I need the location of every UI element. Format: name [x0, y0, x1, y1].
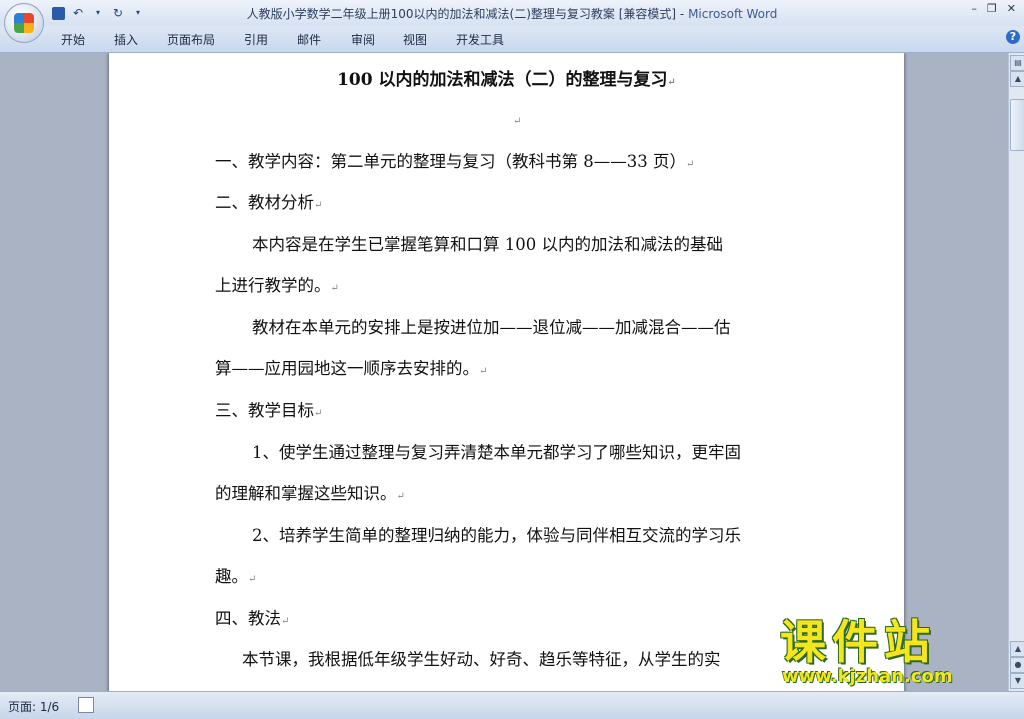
- scroll-thumb[interactable]: [1010, 99, 1024, 151]
- tab-references[interactable]: 引用: [244, 31, 268, 48]
- window-controls: – ❐ ✕: [971, 2, 1016, 15]
- line-text: 二、教材分析: [215, 193, 314, 212]
- tab-insert[interactable]: 插入: [114, 31, 138, 48]
- proofing-icon[interactable]: [78, 697, 94, 713]
- empty-paragraph: ↵: [513, 109, 521, 128]
- line-text: 本节课，我根据低年级学生好动、好奇、趋乐等特征，从学生的实: [242, 650, 721, 669]
- title-separator: -: [676, 7, 689, 21]
- minimize-icon[interactable]: –: [971, 2, 977, 15]
- watermark: 课件站 www.kjzhan.com: [780, 618, 953, 687]
- line-text: 四、教法: [215, 609, 281, 628]
- page-count[interactable]: 页面: 1/6: [8, 698, 59, 715]
- tab-review[interactable]: 审阅: [351, 31, 375, 48]
- paragraph-mark: ↵: [667, 77, 676, 88]
- paragraph-line: 本内容是在学生已掌握笔算和口算 100 以内的加法和减法的基础: [252, 231, 723, 255]
- line-text: 1、使学生通过整理与复习弄清楚本单元都学习了哪些知识，更牢固: [252, 443, 741, 462]
- tab-layout[interactable]: 页面布局: [167, 31, 215, 48]
- line-text: 上进行教学的。: [215, 276, 331, 295]
- watermark-text: 课件站: [780, 615, 936, 669]
- paragraph-mark: ↵: [479, 366, 488, 377]
- tab-mailings[interactable]: 邮件: [297, 31, 321, 48]
- paragraph-mark: ↵: [314, 200, 323, 211]
- paragraph-mark: ↵: [314, 408, 323, 419]
- line-text: 2、培养学生简单的整理归纳的能力，体验与同伴相互交流的学习乐: [252, 526, 741, 545]
- office-button[interactable]: [4, 3, 44, 43]
- paragraph-line: 算——应用园地这一顺序去安排的。↵: [215, 355, 487, 379]
- line-text: 的理解和掌握这些知识。: [215, 484, 397, 503]
- paragraph-line: 本节课，我根据低年级学生好动、好奇、趋乐等特征，从学生的实: [242, 646, 721, 670]
- paragraph-line: 四、教法↵: [215, 605, 289, 629]
- paragraph-line: 上进行教学的。↵: [215, 272, 339, 296]
- status-bar: 页面: 1/6: [0, 691, 1024, 719]
- paragraph-line: 教材在本单元的安排上是按进位加——退位减——加减混合——估: [252, 314, 731, 338]
- line-text: 三、教学目标: [215, 401, 314, 420]
- vertical-scrollbar[interactable]: ▤ ▲ ▲ ● ▼: [1008, 53, 1024, 691]
- paragraph-mark: ↵: [330, 283, 339, 294]
- help-icon[interactable]: ?: [1006, 30, 1020, 44]
- paragraph-line: 1、使学生通过整理与复习弄清楚本单元都学习了哪些知识，更牢固: [252, 439, 741, 463]
- line-text: 教材在本单元的安排上是按进位加——退位减——加减混合——估: [252, 318, 731, 337]
- title-text: 100 以内的加法和减法（二）的整理与复习: [337, 70, 668, 90]
- select-browse-object-icon[interactable]: ●: [1010, 657, 1024, 673]
- document-title: 100 以内的加法和减法（二）的整理与复习↵: [109, 65, 904, 90]
- paragraph-line: 2、培养学生简单的整理归纳的能力，体验与同伴相互交流的学习乐: [252, 522, 741, 546]
- line-text: 本内容是在学生已掌握笔算和口算 100 以内的加法和减法的基础: [252, 235, 723, 254]
- document-workspace: 100 以内的加法和减法（二）的整理与复习↵ ↵ 一、教学内容：第二单元的整理与…: [0, 53, 1008, 691]
- scroll-up-icon[interactable]: ▲: [1010, 71, 1024, 87]
- paragraph-line: 三、教学目标↵: [215, 397, 322, 421]
- document-page[interactable]: 100 以内的加法和减法（二）的整理与复习↵ ↵ 一、教学内容：第二单元的整理与…: [109, 53, 904, 691]
- document-name: 人教版小学数学二年级上册100以内的加法和减法(二)整理与复习教案 [兼容模式]: [246, 7, 677, 21]
- paragraph-line: 一、教学内容：第二单元的整理与复习（教科书第 8——33 页）↵: [215, 148, 694, 172]
- app-name: Microsoft Word: [688, 7, 778, 21]
- tab-view[interactable]: 视图: [403, 31, 427, 48]
- paragraph-mark: ↵: [513, 116, 522, 127]
- window-title: 人教版小学数学二年级上册100以内的加法和减法(二)整理与复习教案 [兼容模式]…: [0, 5, 1024, 22]
- previous-page-icon[interactable]: ▲: [1010, 641, 1024, 657]
- restore-icon[interactable]: ❐: [987, 2, 997, 15]
- next-page-icon[interactable]: ▼: [1010, 673, 1024, 689]
- tab-home[interactable]: 开始: [61, 31, 85, 48]
- line-text: 趣。: [215, 567, 248, 586]
- office-logo-icon: [14, 13, 34, 33]
- paragraph-mark: ↵: [281, 616, 290, 627]
- paragraph-line: 的理解和掌握这些知识。↵: [215, 480, 405, 504]
- paragraph-mark: ↵: [685, 159, 695, 170]
- paragraph-line: 趣。↵: [215, 563, 256, 587]
- title-bar: ↶ ▾ ↻ ▾ 人教版小学数学二年级上册100以内的加法和减法(二)整理与复习教…: [0, 0, 1024, 43]
- line-text: 算——应用园地这一顺序去安排的。: [215, 359, 479, 378]
- paragraph-line: 二、教材分析↵: [215, 189, 322, 213]
- ribbon-tabs: 开始 插入 页面布局 引用 邮件 审阅 视图 开发工具 ?: [0, 26, 1024, 53]
- close-icon[interactable]: ✕: [1007, 2, 1016, 15]
- line-text: 一、教学内容：第二单元的整理与复习（教科书第 8——33 页）: [215, 152, 686, 171]
- paragraph-mark: ↵: [248, 574, 257, 585]
- watermark-url: www.kjzhan.com: [782, 666, 953, 687]
- ruler-toggle-icon[interactable]: ▤: [1010, 55, 1024, 71]
- paragraph-mark: ↵: [396, 491, 405, 502]
- tab-developer[interactable]: 开发工具: [456, 31, 504, 48]
